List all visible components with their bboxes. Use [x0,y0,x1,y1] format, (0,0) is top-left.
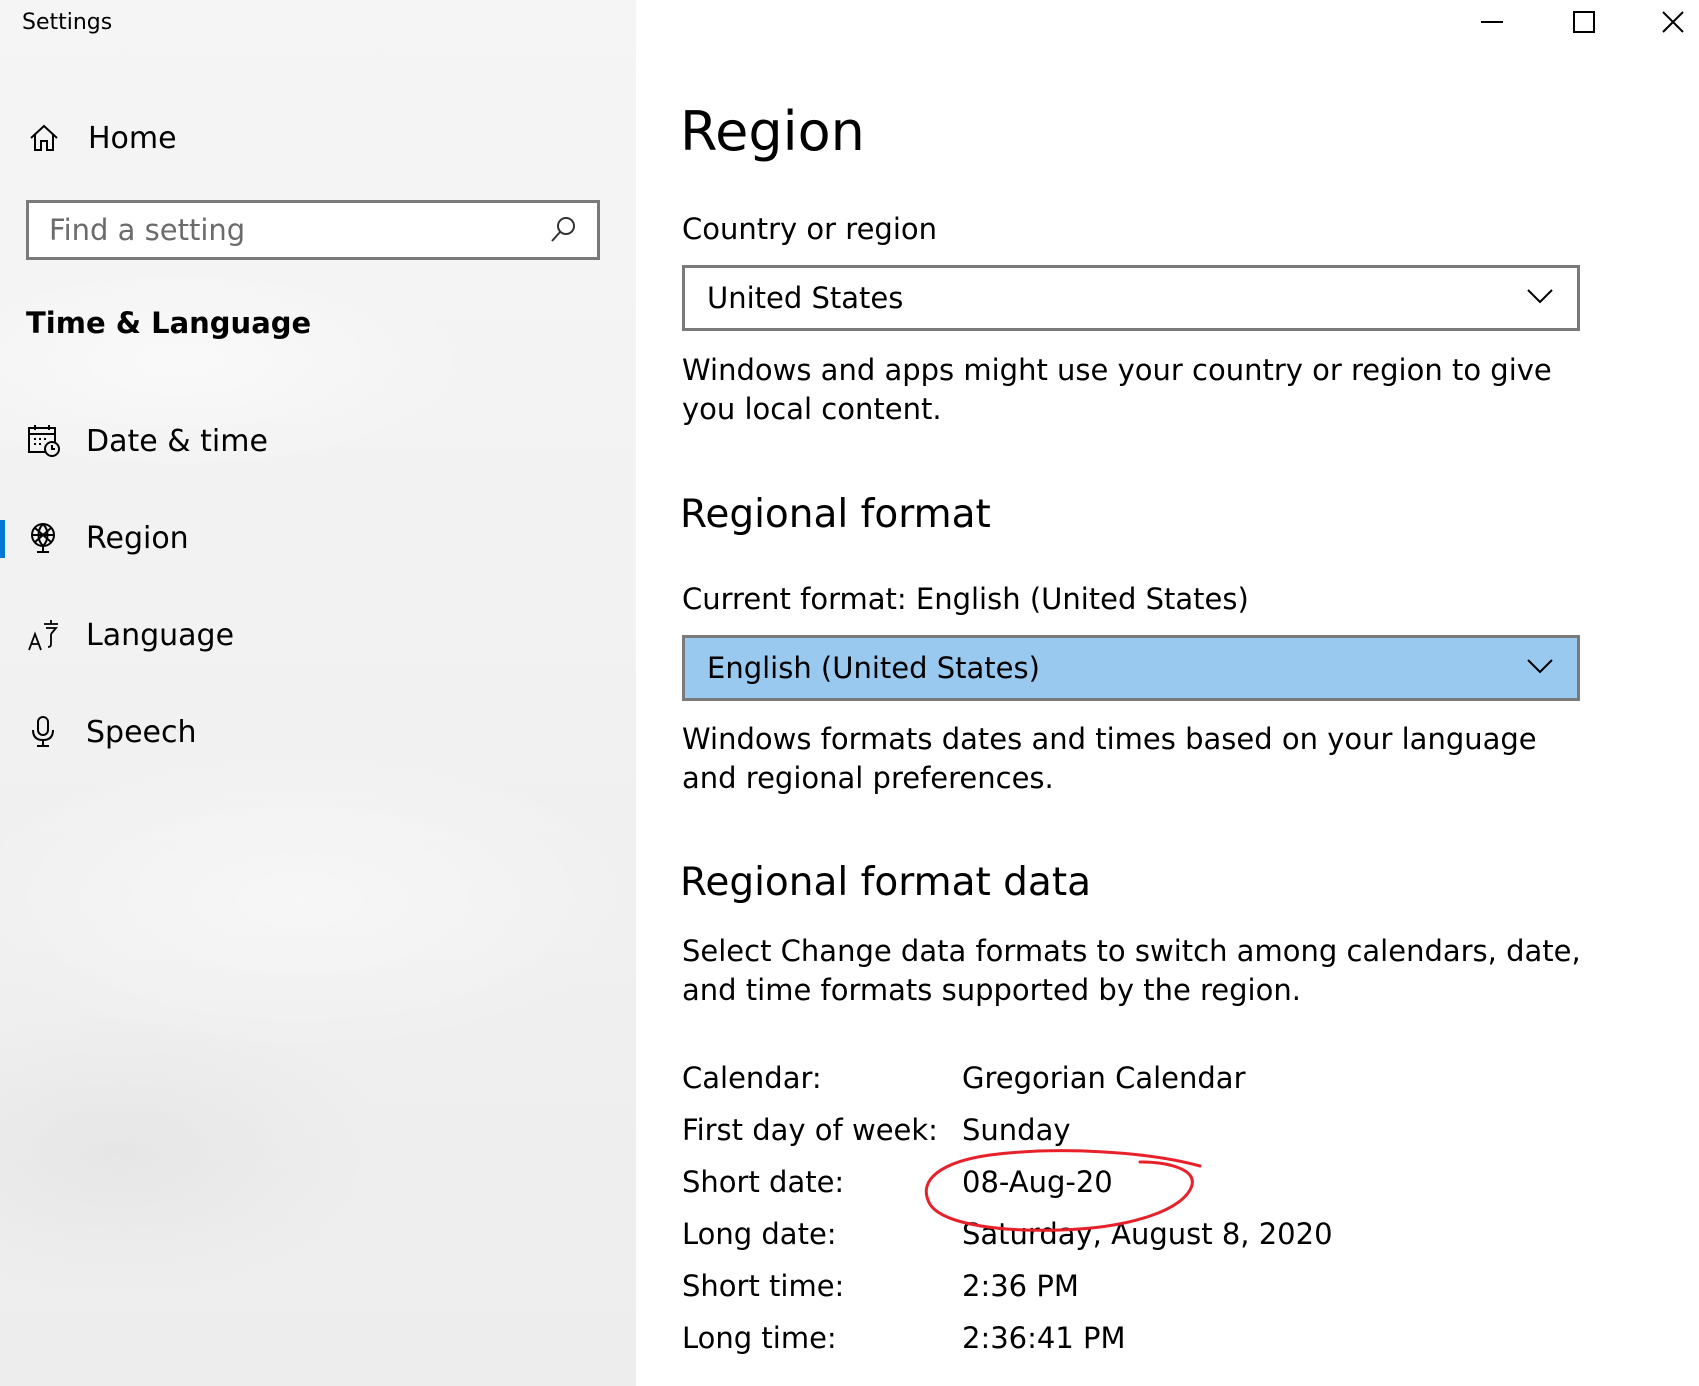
sidebar-item-region[interactable]: Region [0,503,636,573]
regional-format-description: Windows formats dates and times based on… [682,722,1537,795]
row-key: Long date: [682,1217,837,1251]
section-title: Time & Language [26,306,312,340]
sidebar-item-label: Language [86,617,235,653]
country-label: Country or region [682,212,938,246]
sidebar-item-date-time[interactable]: Date & time [0,406,636,476]
home-button[interactable]: Home [26,115,586,161]
regional-format-dropdown[interactable]: English (United States) [682,635,1580,701]
search-input[interactable] [29,212,543,248]
row-key: First day of week: [682,1113,938,1147]
row-key: Long time: [682,1321,837,1355]
format-row-long-date: Long date: Saturday, August 8, 2020 [682,1208,1582,1260]
country-description: Windows and apps might use your country … [682,353,1552,426]
regional-format-heading: Regional format [680,492,991,537]
current-format-label: Current format: English (United States) [682,582,1249,616]
row-value: Sunday [962,1113,1071,1147]
row-key: Short date: [682,1165,845,1199]
chevron-down-icon [1525,286,1577,310]
row-key: Calendar: [682,1061,822,1095]
microphone-icon [26,714,62,750]
sidebar-item-label: Date & time [86,423,268,459]
country-dropdown[interactable]: United States [682,265,1580,331]
sidebar-item-label: Speech [86,714,197,750]
row-value: Gregorian Calendar [962,1061,1246,1095]
format-row-first-day: First day of week: Sunday [682,1104,1582,1156]
window-title: Settings [22,10,113,35]
main-content: Region Country or region United States W… [636,0,1699,1386]
row-value: 2:36:41 PM [962,1321,1126,1355]
calendar-clock-icon [26,423,62,459]
page-title: Region [680,100,865,163]
regional-format-value: English (United States) [707,651,1040,685]
format-data-description: Select Change data formats to switch amo… [682,934,1581,1007]
globe-icon [26,520,62,556]
format-row-short-date: Short date: 08-Aug-20 [682,1156,1582,1208]
row-key: Short time: [682,1269,845,1303]
sidebar-item-speech[interactable]: Speech [0,697,636,767]
format-row-long-time: Long time: 2:36:41 PM [682,1312,1582,1364]
format-row-calendar: Calendar: Gregorian Calendar [682,1052,1582,1104]
search-box[interactable] [26,200,600,260]
search-icon[interactable] [543,210,583,250]
home-label: Home [88,120,177,156]
sidebar-item-language[interactable]: Language [0,600,636,670]
row-value: 2:36 PM [962,1269,1079,1303]
format-row-short-time: Short time: 2:36 PM [682,1260,1582,1312]
home-icon [26,120,62,156]
language-icon [26,617,62,653]
format-data-heading: Regional format data [680,860,1092,905]
chevron-down-icon [1525,656,1577,680]
sidebar-item-label: Region [86,520,189,556]
country-value: United States [707,281,904,315]
row-value: Saturday, August 8, 2020 [962,1217,1333,1251]
row-value: 08-Aug-20 [962,1165,1113,1199]
